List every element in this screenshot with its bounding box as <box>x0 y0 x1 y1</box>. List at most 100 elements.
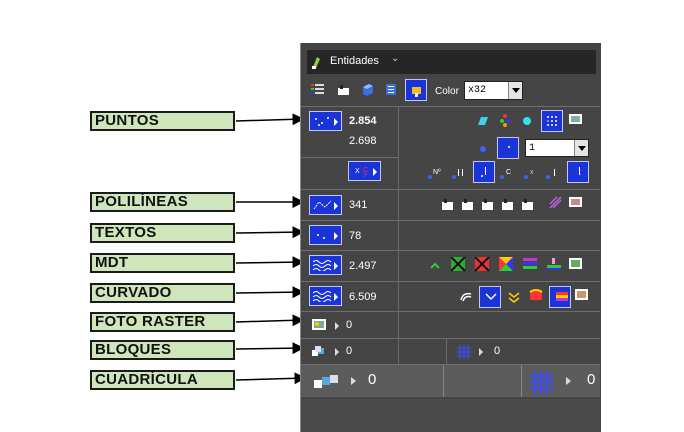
mdt-profile-icon[interactable] <box>547 257 562 272</box>
arrow-textos <box>235 226 305 239</box>
curvado-toggle-button[interactable] <box>309 286 342 306</box>
mdt-count: 2.497 <box>349 260 377 272</box>
label-tag-icon[interactable] <box>545 167 563 180</box>
row-curvado: 6.509 <box>301 281 600 311</box>
textos-toggle-button[interactable] <box>309 225 342 245</box>
textos-count: 78 <box>349 230 362 242</box>
arrow-foto-raster <box>235 314 305 327</box>
label-xy-icon[interactable]: x <box>523 167 541 180</box>
contour-color-icon[interactable] <box>529 288 544 303</box>
cuadricula-count-right: 0 <box>587 371 596 388</box>
cuadricula-grid-icon[interactable] <box>529 370 555 396</box>
raster-expand-icon[interactable] <box>335 322 339 330</box>
polyline-tool-2-icon[interactable] <box>461 198 475 211</box>
svg-text:x: x <box>530 169 534 176</box>
mdt-triangles-green-icon[interactable] <box>451 257 466 272</box>
polyline-tool-1-icon[interactable] <box>441 198 455 211</box>
text-icon <box>317 234 325 239</box>
lamp-icon <box>412 87 421 97</box>
polyline-tool-5-icon[interactable] <box>521 198 535 211</box>
parallelogram-icon[interactable] <box>475 115 488 128</box>
row-cuadricula: 0 0 <box>301 364 600 397</box>
panel-title: Entidades <box>330 55 379 67</box>
point-size-value: 1 <box>529 143 536 154</box>
contour-chevron-button[interactable] <box>479 286 501 308</box>
svg-text:C: C <box>506 169 511 176</box>
chevron-down-icon[interactable] <box>508 82 522 99</box>
mdt-chevron-up-icon[interactable] <box>429 260 442 273</box>
coordinate-xyz-button[interactable]: X C Z <box>348 161 381 181</box>
contour-spiral-icon[interactable] <box>459 290 474 303</box>
chevron-down-icon[interactable]: ⌄ <box>391 53 399 64</box>
mdt-toggle-button[interactable] <box>309 255 342 275</box>
label-number-icon[interactable]: Nº <box>427 167 445 180</box>
row-textos: 78 <box>301 220 600 250</box>
panel-bottom-area <box>301 399 600 432</box>
mdt-photo-icon[interactable] <box>569 257 584 272</box>
contour-icon <box>313 291 332 302</box>
entities-icon <box>312 57 320 69</box>
cuadricula-blocks-icon[interactable] <box>313 373 339 390</box>
curvado-count: 6.509 <box>349 291 377 303</box>
raster-image-icon[interactable] <box>311 318 328 333</box>
label-elevation-button[interactable] <box>473 161 495 183</box>
contour-photo-icon[interactable] <box>575 288 590 303</box>
photo-point-icon[interactable] <box>569 113 583 126</box>
blocks-icon[interactable] <box>311 345 328 359</box>
grid-blocks-expand-icon[interactable] <box>479 348 483 356</box>
label-all-button[interactable] <box>567 161 589 183</box>
list-icon[interactable] <box>311 83 324 96</box>
polyline-photo-icon[interactable] <box>569 196 583 209</box>
point-grid-button[interactable] <box>541 110 563 132</box>
bloques-count-left: 0 <box>346 345 353 357</box>
puntos-count-secondary: 2.698 <box>349 135 377 147</box>
entidades-panel: Entidades ⌄ Color x32 2.854 2.698 X C Z … <box>300 43 601 432</box>
blocks-insert-icon[interactable] <box>337 83 350 96</box>
xyz-icon: X C Z <box>355 167 368 177</box>
arrow-cuadricula <box>235 372 307 385</box>
point-size-select[interactable]: 1 <box>525 139 589 157</box>
chevron-down-icon[interactable] <box>574 140 588 156</box>
row-foto-raster: 0 <box>301 311 600 338</box>
polyline-pattern-icon[interactable] <box>549 196 563 209</box>
row-puntos: 2.854 2.698 X C Z 1 Nº C x <box>301 106 600 189</box>
bloques-count-right: 0 <box>494 345 501 357</box>
blocks-expand-icon[interactable] <box>335 348 339 356</box>
point-style-button[interactable] <box>497 137 519 159</box>
arrow-mdt <box>235 256 305 269</box>
color-select[interactable]: x32 <box>464 81 523 100</box>
cube-icon[interactable] <box>361 83 374 96</box>
foto-raster-count: 0 <box>346 319 353 331</box>
small-point-icon[interactable] <box>477 143 490 156</box>
polyline-tool-4-icon[interactable] <box>501 198 515 211</box>
panel-titlebar[interactable]: Entidades ⌄ <box>307 50 596 74</box>
sphere-icon[interactable] <box>521 115 534 128</box>
mdt-wave-icon <box>313 260 332 271</box>
contour-double-chevron-icon[interactable] <box>507 290 522 303</box>
label-c-icon[interactable]: C <box>499 167 517 180</box>
arrow-curvado <box>235 286 305 299</box>
mdt-triangles-color-icon[interactable] <box>499 257 514 272</box>
layers-list-icon[interactable] <box>385 83 398 96</box>
grid-blocks-icon[interactable] <box>456 344 472 359</box>
row-mdt: 2.497 <box>301 250 600 281</box>
mdt-stripes-icon[interactable] <box>523 257 538 272</box>
mdt-triangles-red-icon[interactable] <box>475 257 490 272</box>
cuadricula-expand-right-icon[interactable] <box>566 377 571 385</box>
label-code-icon[interactable] <box>451 167 469 180</box>
row-polilineas: 341 <box>301 189 600 220</box>
polyline-tool-3-icon[interactable] <box>481 198 495 211</box>
puntos-count-main: 2.854 <box>349 115 377 127</box>
dot-icon <box>508 146 510 148</box>
elevation-label-icon <box>481 167 486 177</box>
puntos-toggle-button[interactable] <box>309 111 342 131</box>
cuadricula-expand-left-icon[interactable] <box>351 377 356 385</box>
point-cloud-color-icon[interactable] <box>499 114 512 127</box>
hypsometric-icon <box>556 292 568 301</box>
points-icon <box>315 117 329 126</box>
visibility-toggle-button[interactable] <box>405 79 427 101</box>
polilineas-count: 341 <box>349 199 368 211</box>
polilineas-toggle-button[interactable] <box>309 195 342 215</box>
toolbar-row: Color x32 <box>301 76 600 106</box>
contour-hypsometric-button[interactable] <box>549 286 571 308</box>
